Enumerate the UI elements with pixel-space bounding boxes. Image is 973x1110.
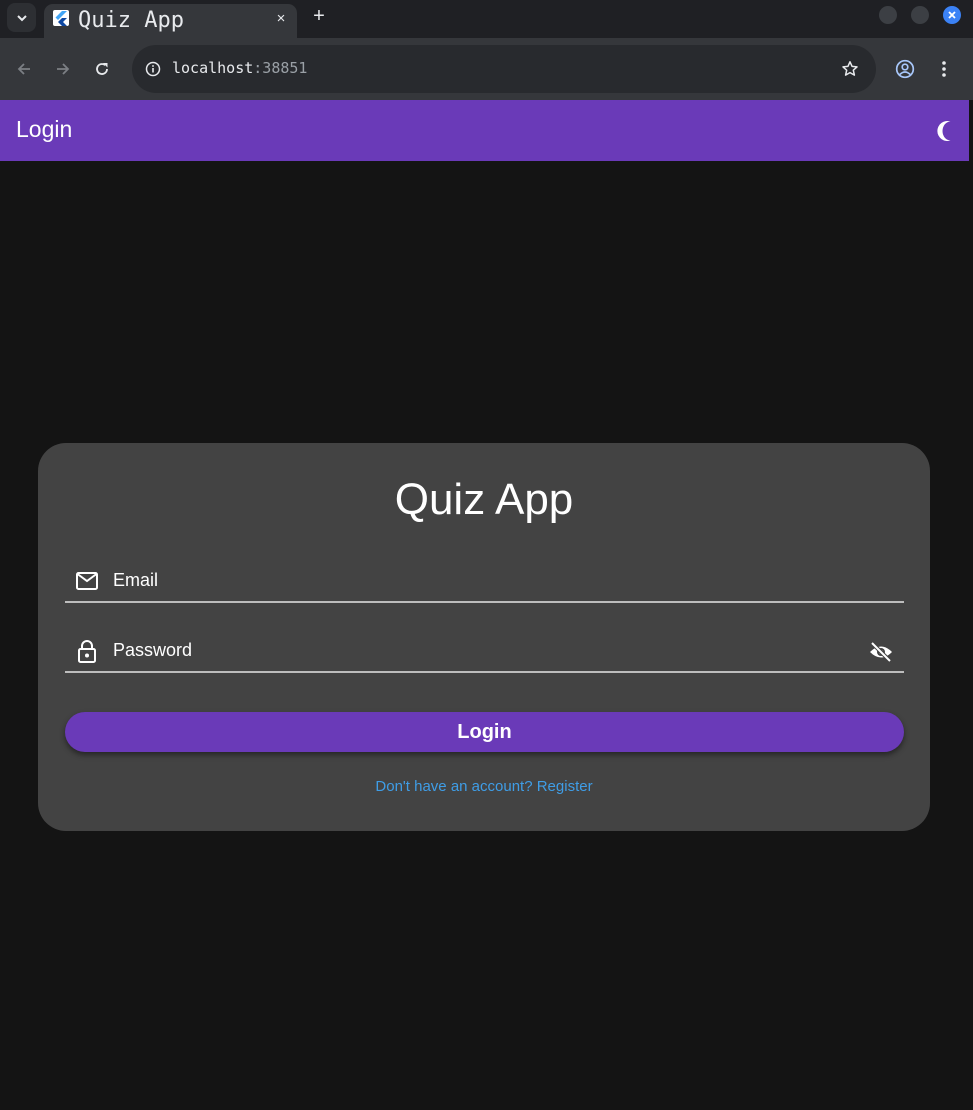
browser-toolbar: localhost:38851 (0, 38, 973, 100)
login-button[interactable]: Login (65, 712, 904, 752)
card-title: Quiz App (394, 475, 574, 524)
bookmark-star-icon[interactable] (838, 57, 862, 81)
password-field[interactable]: Password (65, 627, 904, 673)
minimize-window-button[interactable] (879, 6, 897, 24)
address-bar[interactable]: localhost:38851 (132, 45, 876, 93)
site-info-icon[interactable] (141, 57, 165, 81)
reload-icon[interactable] (90, 57, 114, 81)
email-label: Email (113, 570, 159, 590)
forward-arrow-icon[interactable] (51, 57, 75, 81)
browser-menu-icon[interactable] (932, 57, 956, 81)
url-port: :38851 (253, 59, 308, 77)
maximize-window-button[interactable] (911, 6, 929, 24)
eye-off-icon[interactable] (867, 638, 895, 666)
tab-close-icon[interactable]: × (272, 9, 290, 27)
browser-tab[interactable]: Quiz App × (44, 4, 297, 38)
app-bar: Login (0, 100, 969, 161)
new-tab-icon[interactable]: + (308, 5, 330, 27)
url-host: localhost (172, 59, 254, 77)
register-link[interactable]: Don't have an account? Register (38, 778, 930, 795)
browser-tab-strip: Quiz App × + (0, 0, 973, 38)
email-field[interactable]: Email (65, 557, 904, 603)
app-bar-title: Login (16, 116, 73, 142)
tab-title: Quiz App (78, 8, 184, 33)
profile-avatar-icon[interactable] (893, 57, 917, 81)
password-label: Password (113, 640, 193, 660)
tab-list-chevron-icon[interactable] (7, 3, 36, 32)
lock-icon (74, 638, 100, 664)
flutter-favicon-icon (53, 10, 69, 26)
moon-icon[interactable] (934, 118, 960, 144)
close-window-button[interactable] (943, 6, 961, 24)
mail-icon (74, 568, 100, 594)
back-arrow-icon[interactable] (12, 57, 36, 81)
login-card: Quiz App Email Password Login Don't have… (38, 443, 930, 831)
url-text: localhost:38851 (172, 59, 307, 77)
